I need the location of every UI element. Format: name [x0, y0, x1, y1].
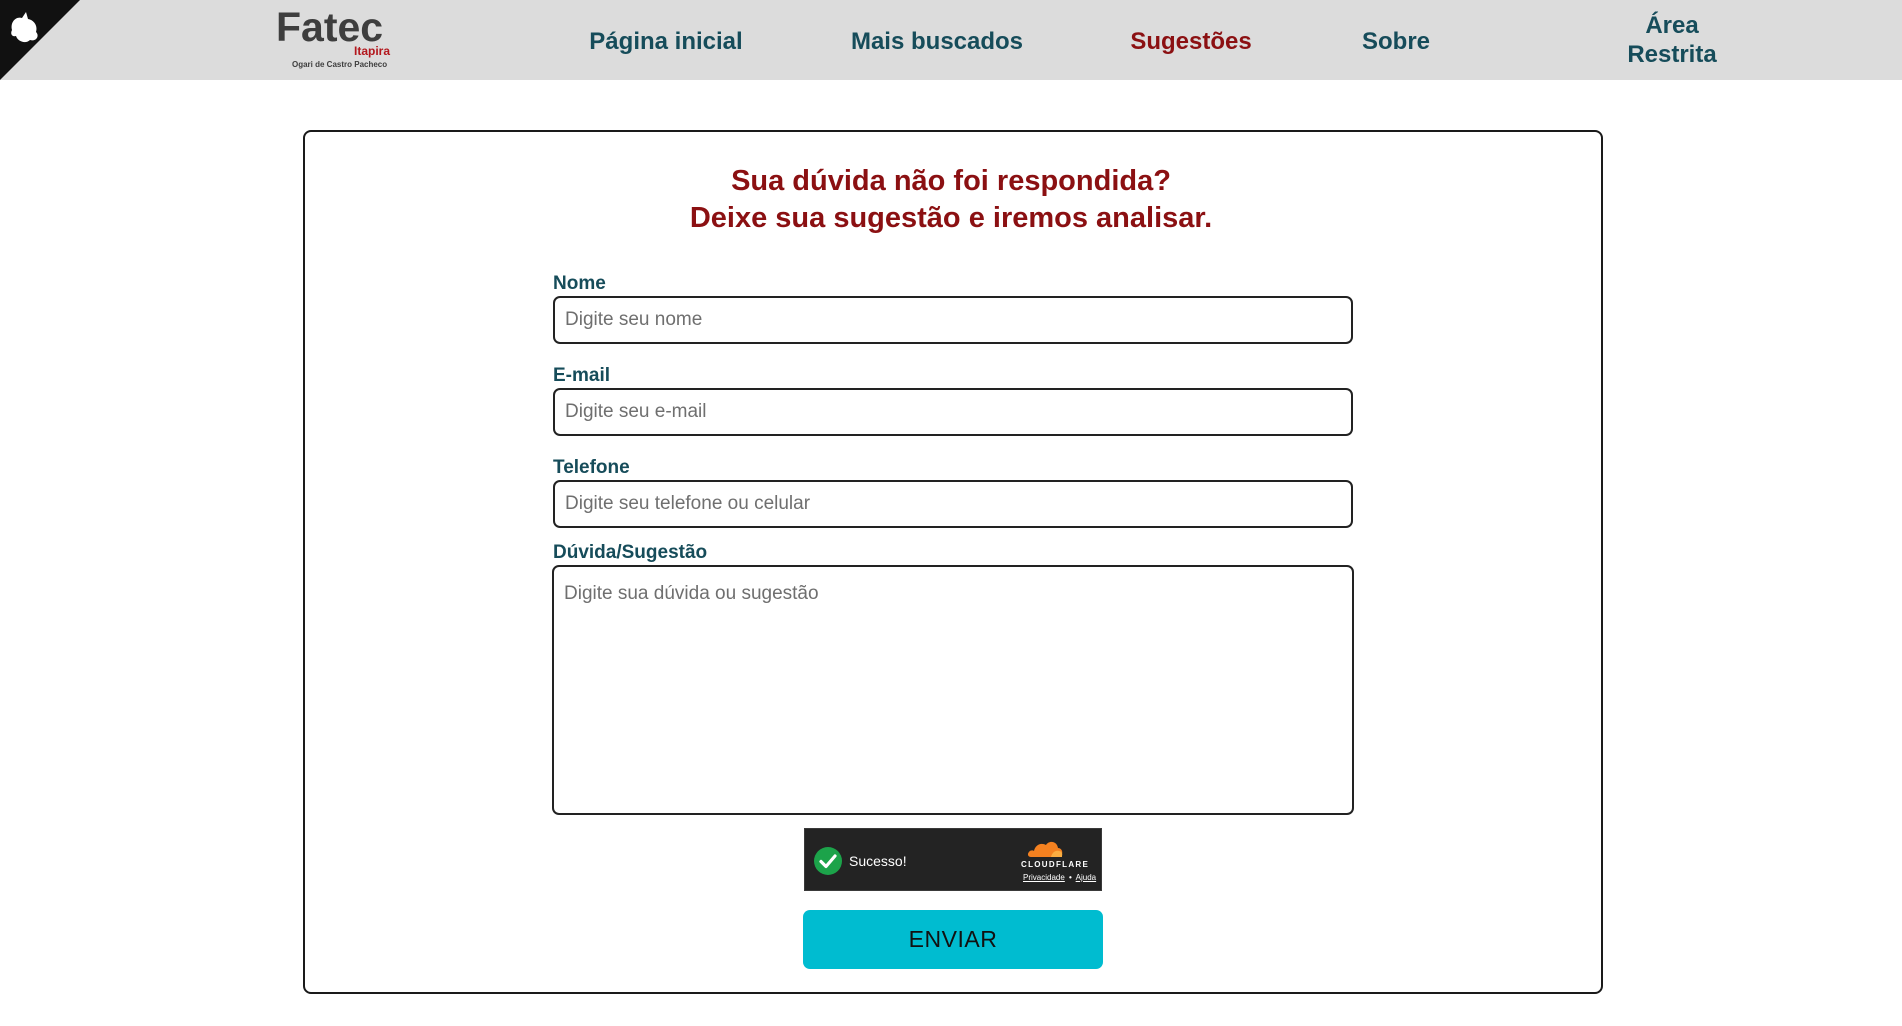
captcha-links: Privacidade • Ajuda: [1023, 873, 1096, 883]
cloudflare-brand: CLOUDFLARE: [1021, 860, 1090, 869]
message-textarea[interactable]: [552, 565, 1354, 815]
form-title-line-2: Deixe sua sugestão e iremos analisar.: [689, 202, 1213, 234]
help-link[interactable]: Ajuda: [1076, 873, 1096, 882]
nav-restricted-area-link[interactable]: Área Restrita: [1620, 10, 1724, 70]
logo-subtitle: Ogari de Castro Pacheco: [292, 60, 388, 69]
phone-label: Telefone: [553, 457, 630, 478]
top-navbar: Fatec Itapira Ogari de Castro Pacheco Pá…: [0, 0, 1902, 80]
check-circle-icon: [814, 847, 842, 875]
links-separator: •: [1069, 873, 1072, 882]
cat-silhouette-icon[interactable]: [0, 0, 80, 80]
logo-city: Itapira: [353, 44, 390, 58]
nav-home-link[interactable]: Página inicial: [580, 23, 752, 59]
captcha-status: Sucesso!: [849, 853, 907, 869]
name-label: Nome: [553, 273, 606, 294]
email-label: E-mail: [553, 365, 611, 386]
form-title-line-1: Sua dúvida não foi respondida?: [731, 165, 1171, 197]
nav-top-searches-link[interactable]: Mais buscados: [848, 23, 1026, 59]
phone-input[interactable]: [553, 480, 1353, 528]
cloudflare-captcha-widget[interactable]: Sucesso! CLOUDFLARE Privacidade • Ajuda: [804, 828, 1102, 891]
nav-about-link[interactable]: Sobre: [1358, 23, 1434, 59]
privacy-link[interactable]: Privacidade: [1023, 873, 1065, 882]
name-input[interactable]: [553, 296, 1353, 344]
form-title: Sua dúvida não foi respondida? Deixe sua…: [0, 163, 1902, 237]
fatec-logo[interactable]: Fatec Itapira Ogari de Castro Pacheco: [276, 4, 396, 74]
submit-button[interactable]: ENVIAR: [803, 910, 1103, 969]
cloudflare-cloud-icon: [1027, 841, 1063, 857]
email-input[interactable]: [553, 388, 1353, 436]
nav-suggestions-link[interactable]: Sugestões: [1128, 23, 1254, 59]
message-label: Dúvida/Sugestão: [553, 542, 708, 563]
